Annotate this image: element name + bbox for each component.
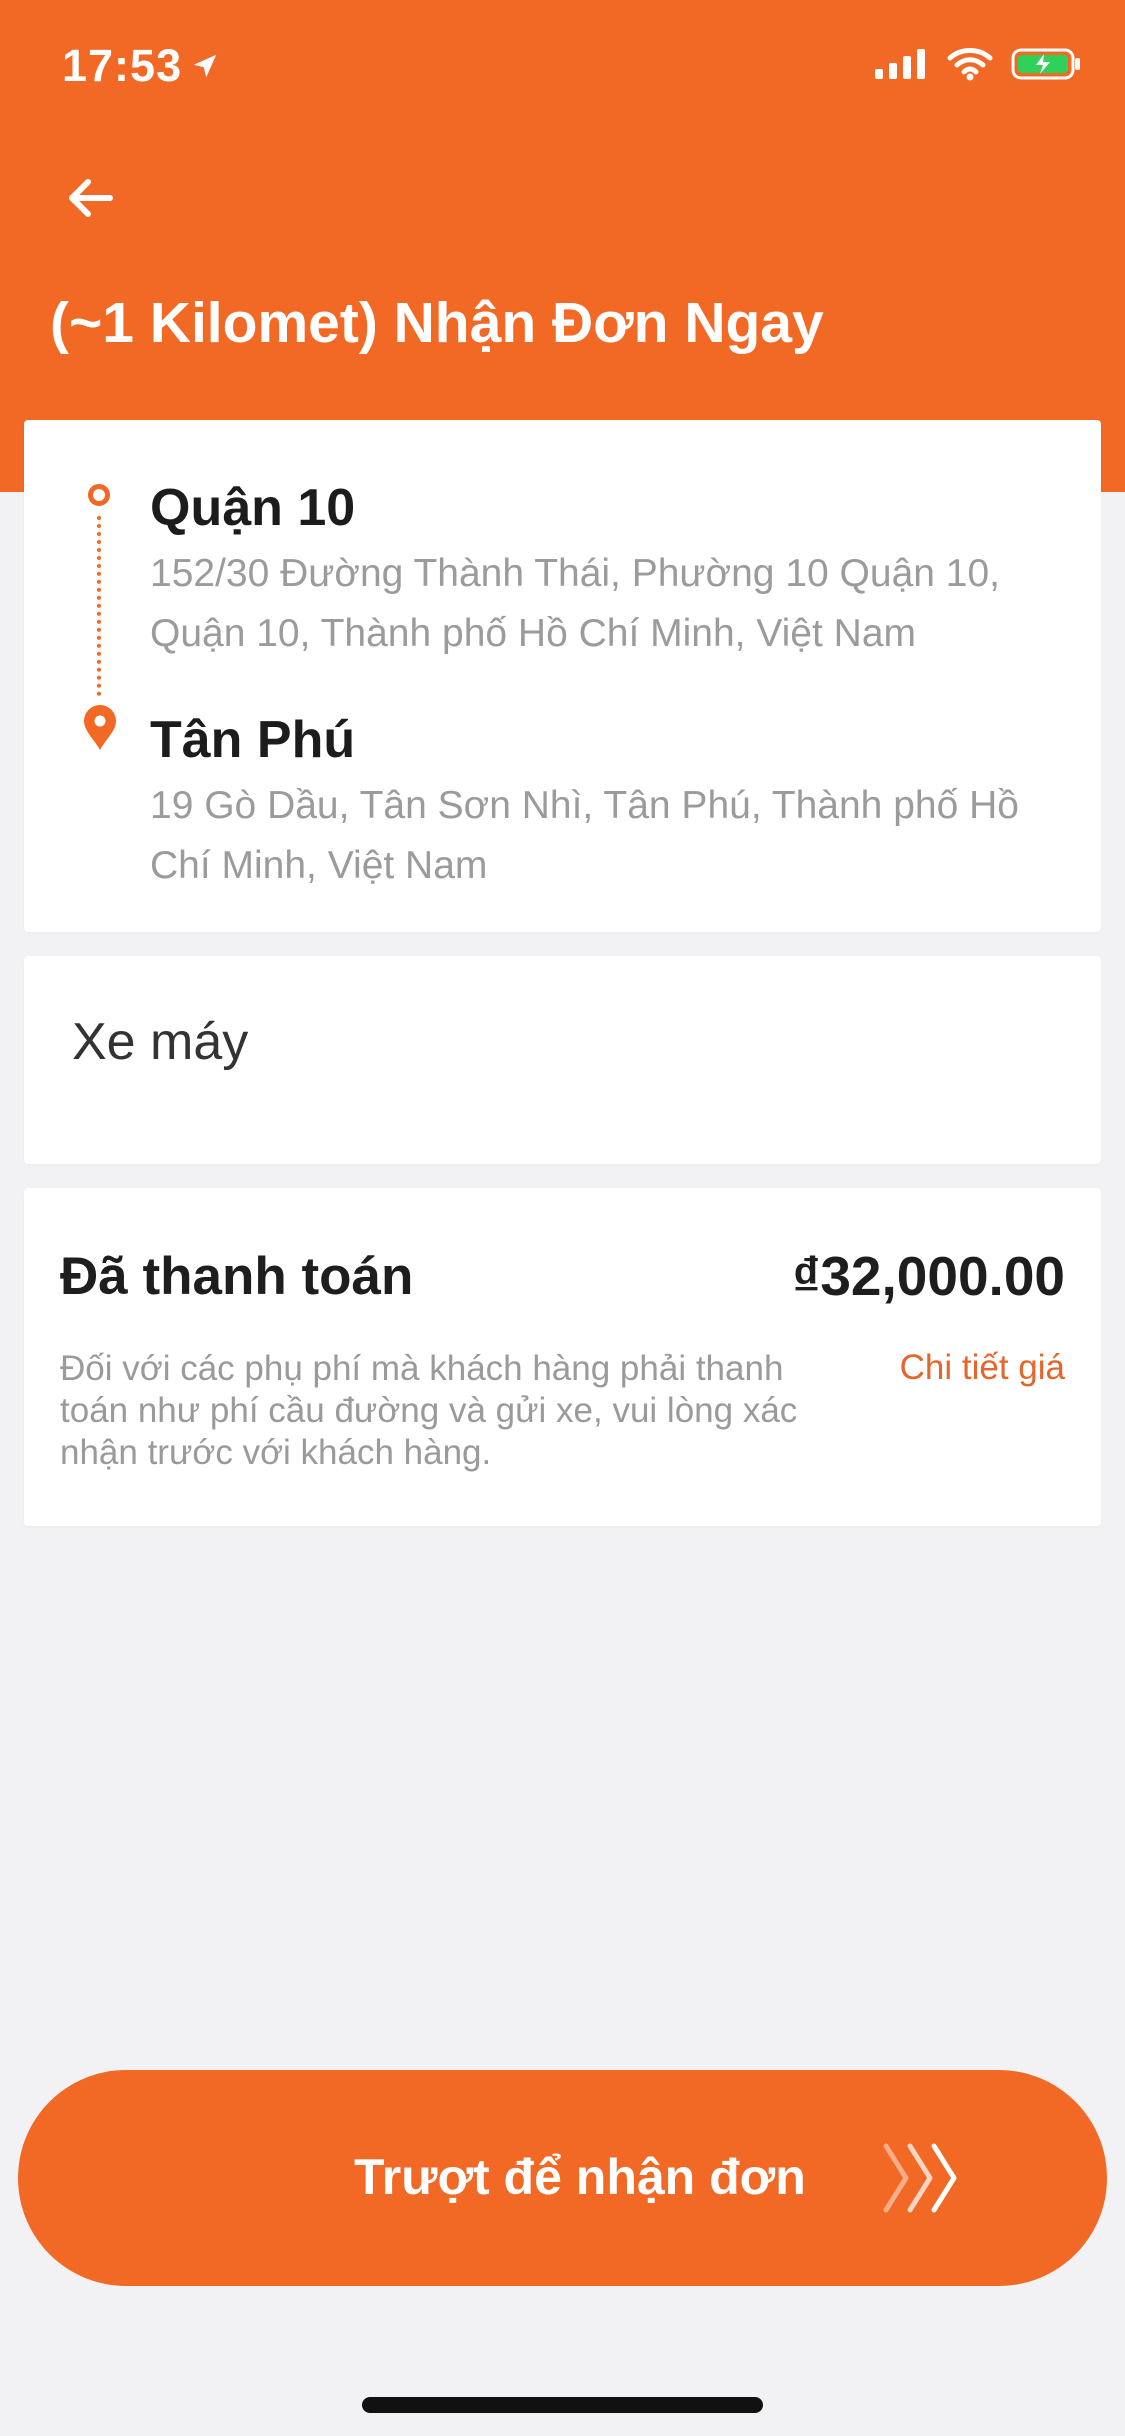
payment-status: Đã thanh toán: [60, 1247, 414, 1306]
payment-card: Đã thanh toán ₫32,000.00 Đối với các phụ…: [24, 1188, 1101, 1526]
payment-note: Đối với các phụ phí mà khách hàng phải t…: [60, 1349, 798, 1472]
chevron-right-icon: [878, 2134, 970, 2222]
status-icons: [873, 46, 1083, 87]
payment-amount: ₫32,000.00: [792, 1245, 1065, 1307]
route-card: Quận 10 152/30 Đường Thành Thái, Phường …: [24, 420, 1101, 932]
vehicle-card: Xe máy: [24, 956, 1101, 1164]
location-arrow-icon: [190, 40, 220, 92]
price-detail-link[interactable]: Chi tiết giá: [900, 1348, 1065, 1388]
swipe-label: Trượt để nhận đơn: [354, 2149, 806, 2205]
vehicle-type: Xe máy: [72, 1013, 249, 1071]
battery-charging-icon: [1011, 46, 1083, 87]
wifi-icon: [947, 47, 993, 86]
page-title: (~1 Kilomet) Nhận Đơn Ngay: [50, 291, 824, 355]
dropoff-title: Tân Phú: [150, 711, 356, 769]
signal-icon: [873, 47, 929, 86]
status-time: 17:53: [62, 40, 220, 92]
back-button[interactable]: [58, 168, 122, 232]
pickup-address: 152/30 Đường Thành Thái, Phường 10 Quận …: [150, 552, 1001, 655]
pickup-dot-icon: [88, 484, 110, 506]
status-time-text: 17:53: [62, 40, 183, 91]
status-bar: 17:53: [0, 0, 1125, 140]
dropoff-address: 19 Gò Dầu, Tân Sơn Nhì, Tân Phú, Thành p…: [150, 784, 1019, 887]
pickup-title: Quận 10: [150, 479, 356, 537]
home-indicator[interactable]: [362, 2397, 763, 2413]
route-line: [97, 516, 101, 696]
arrow-left-icon: [62, 170, 118, 231]
swipe-accept-button[interactable]: Trượt để nhận đơn: [18, 2070, 1107, 2286]
location-pin-icon: [82, 704, 118, 752]
